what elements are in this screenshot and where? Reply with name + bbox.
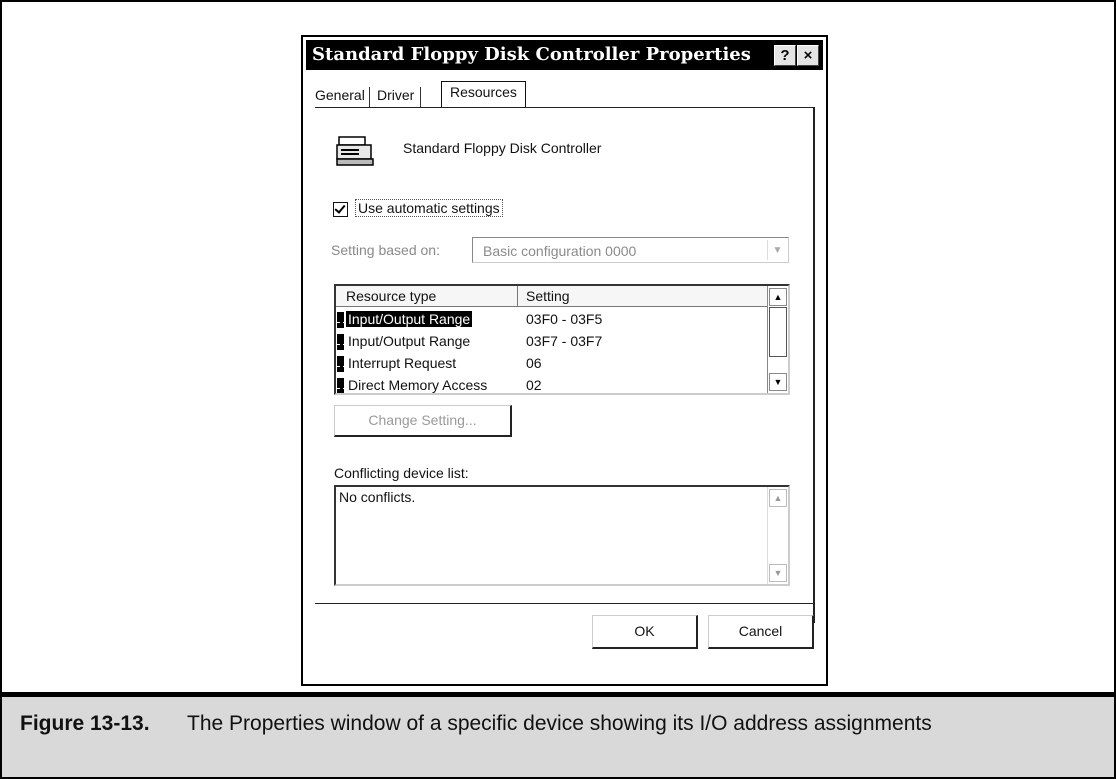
floppy-controller-icon — [336, 136, 374, 166]
setting-based-on-label: Setting based on: — [331, 242, 440, 258]
conflicting-device-list-label: Conflicting device list: — [334, 465, 469, 481]
resource-type-cell: Input/Output Range — [348, 333, 471, 349]
title-bar[interactable]: Standard Floppy Disk Controller Properti… — [306, 40, 823, 70]
resource-icon — [337, 378, 346, 393]
cancel-button[interactable]: Cancel — [708, 615, 814, 649]
resource-settings-list[interactable]: Resource type Setting Input/Output Range… — [334, 284, 790, 395]
tab-driver[interactable]: Driver — [377, 87, 422, 107]
resource-icon — [337, 312, 346, 328]
conflicts-text: No conflicts. — [339, 489, 416, 505]
scroll-down-icon[interactable]: ▼ — [769, 373, 787, 391]
setting-based-on-value: Basic configuration 0000 — [483, 243, 637, 259]
column-header-resource-type[interactable]: Resource type — [346, 288, 436, 304]
scroll-thumb[interactable] — [769, 307, 787, 357]
resource-type-cell: Direct Memory Access — [348, 377, 488, 393]
column-header-setting[interactable]: Setting — [526, 288, 570, 304]
divider — [315, 603, 813, 604]
resource-type-cell: Interrupt Request — [348, 355, 457, 371]
list-header: Resource type Setting — [336, 286, 768, 307]
chevron-down-icon[interactable]: ▼ — [767, 240, 787, 260]
tab-general[interactable]: General — [315, 87, 370, 107]
properties-dialog: Standard Floppy Disk Controller Properti… — [301, 35, 828, 686]
table-row[interactable]: Direct Memory Access 02 — [336, 375, 768, 393]
table-row[interactable]: Input/Output Range 03F0 - 03F5 — [336, 309, 768, 331]
figure-caption-text: The Properties window of a specific devi… — [187, 712, 932, 735]
column-divider[interactable] — [517, 286, 518, 306]
change-setting-button[interactable]: Change Setting... — [334, 405, 512, 437]
resource-type-cell: Input/Output Range — [346, 311, 473, 327]
use-automatic-settings-label[interactable]: Use automatic settings — [355, 199, 503, 217]
table-row[interactable]: Input/Output Range 03F7 - 03F7 — [336, 331, 768, 353]
setting-cell: 03F7 - 03F7 — [526, 333, 603, 349]
help-button[interactable]: ? — [774, 45, 796, 66]
scroll-up-icon[interactable]: ▲ — [769, 489, 787, 507]
conflicting-device-list[interactable]: No conflicts. ▲ ▼ — [334, 485, 790, 586]
scroll-up-icon[interactable]: ▲ — [769, 288, 787, 306]
use-automatic-settings-checkbox[interactable] — [333, 202, 348, 217]
list-scrollbar[interactable]: ▲ ▼ — [767, 286, 788, 393]
dialog-title: Standard Floppy Disk Controller Properti… — [312, 44, 751, 65]
device-name: Standard Floppy Disk Controller — [403, 140, 602, 156]
setting-cell: 03F0 - 03F5 — [526, 311, 603, 327]
caption-band — [2, 697, 1114, 777]
figure-label: Figure 13-13. — [20, 712, 150, 735]
scroll-down-icon[interactable]: ▼ — [769, 564, 787, 582]
resource-icon — [337, 334, 346, 350]
resource-icon — [337, 356, 346, 372]
close-button[interactable]: × — [797, 45, 819, 66]
tab-resources[interactable]: Resources — [441, 81, 526, 108]
figure-caption: Figure 13-13. The Properties window of a… — [20, 712, 932, 736]
setting-based-on-select[interactable]: Basic configuration 0000 ▼ — [472, 237, 789, 263]
ok-button[interactable]: OK — [592, 615, 698, 649]
setting-cell: 02 — [526, 377, 542, 393]
table-row[interactable]: Interrupt Request 06 — [336, 353, 768, 375]
setting-cell: 06 — [526, 355, 542, 371]
conflicts-scrollbar[interactable]: ▲ ▼ — [767, 487, 788, 584]
